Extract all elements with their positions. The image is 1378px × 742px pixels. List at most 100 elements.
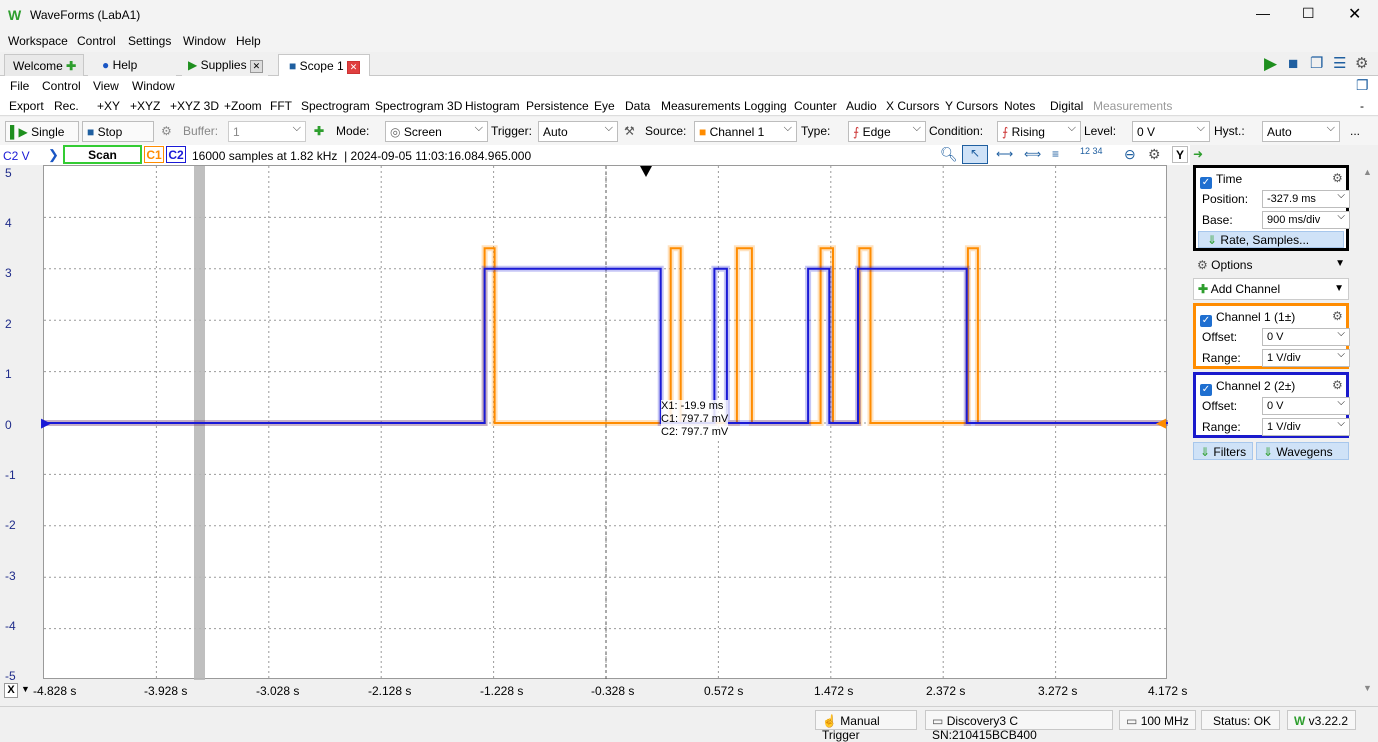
zoom-out-icon[interactable]: ⊖ — [1124, 146, 1136, 163]
zoom-v-icon[interactable]: ⟺ — [1024, 147, 1041, 161]
chevron-down-icon[interactable]: ▼ — [21, 684, 30, 694]
close-icon[interactable]: ✕ — [1348, 4, 1361, 24]
tab-help[interactable]: ● Help — [88, 54, 176, 76]
gear-icon[interactable]: ⚙ — [1355, 54, 1368, 72]
channel1-offset-input[interactable]: 0 V — [1262, 328, 1350, 346]
tool-export[interactable]: Export — [9, 99, 44, 113]
panel-scrollbar[interactable]: ▲ ▼ — [1361, 165, 1375, 697]
base-input[interactable]: 900 ms/div — [1262, 211, 1350, 229]
chevron-right-icon[interactable]: ❯ — [48, 147, 59, 163]
add-icon[interactable]: ✚ — [66, 59, 76, 73]
menu-control[interactable]: Control — [42, 79, 81, 93]
active-channel-label[interactable]: C2 V — [3, 149, 30, 163]
settings-icon[interactable]: ⚙ — [1332, 378, 1343, 392]
close-tab-icon[interactable]: ✕ — [249, 60, 263, 73]
tool-spectrogram[interactable]: Spectrogram — [301, 99, 370, 113]
tile-icon[interactable]: ☰ — [1333, 54, 1346, 72]
tool-data[interactable]: Data — [625, 99, 650, 113]
menu-control[interactable]: Control — [77, 34, 116, 48]
menu-help[interactable]: Help — [236, 34, 261, 48]
select-cursor-icon[interactable]: ↖ — [962, 145, 988, 164]
tool-y-cursors[interactable]: Y Cursors — [945, 99, 998, 113]
tool-xyz-3d[interactable]: +XYZ 3D — [170, 99, 219, 113]
x-axis-button[interactable]: X — [4, 683, 18, 698]
mode-select[interactable]: ◎ Screen — [385, 121, 488, 142]
channel1-header[interactable]: ✓ Channel 1 (1±) — [1200, 310, 1295, 327]
tab-scope-1[interactable]: ■ Scope 1 ✕ — [278, 54, 370, 76]
channel2-offset-marker-icon[interactable]: ▶ — [41, 415, 51, 431]
run-all-icon[interactable]: ▶ — [1264, 54, 1277, 74]
tab-supplies[interactable]: ▶ Supplies ✕ — [182, 54, 268, 76]
trigger-level-marker-icon[interactable]: ◀ — [1156, 415, 1166, 431]
menu-view[interactable]: View — [93, 79, 119, 93]
source-select[interactable]: ■ Channel 1 — [694, 121, 797, 142]
tool-audio[interactable]: Audio — [846, 99, 877, 113]
zoom-icon[interactable]: 🔍︎ — [940, 146, 958, 163]
tool-rec[interactable]: Rec. — [54, 99, 79, 113]
time-header[interactable]: ✓ Time — [1200, 172, 1242, 189]
numbering-icon[interactable]: 12 34 — [1080, 146, 1103, 156]
filters-button[interactable]: ⇓ Filters — [1193, 442, 1253, 460]
checkbox-icon[interactable]: ✓ — [1200, 315, 1212, 327]
scroll-down-icon[interactable]: ▼ — [1363, 683, 1372, 693]
tool-fft[interactable]: FFT — [270, 99, 292, 113]
tool-xy[interactable]: +XY — [97, 99, 120, 113]
trigger-select[interactable]: Auto — [538, 121, 618, 142]
channel2-offset-input[interactable]: 0 V — [1262, 397, 1350, 415]
minimize-icon[interactable]: — — [1256, 5, 1270, 21]
stop-all-icon[interactable]: ■ — [1288, 54, 1298, 74]
status-button[interactable]: Status: OK — [1201, 710, 1280, 730]
options-button[interactable]: ⚙ Options ▼ — [1193, 255, 1349, 275]
tool-x-cursors[interactable]: X Cursors — [886, 99, 939, 113]
tool-counter[interactable]: Counter — [794, 99, 837, 113]
tool-collapse[interactable]: - — [1360, 99, 1364, 113]
tool-spectrogram-3d[interactable]: Spectrogram 3D — [375, 99, 462, 113]
checkbox-icon[interactable]: ✓ — [1200, 177, 1212, 189]
tool-logging[interactable]: Logging — [744, 99, 787, 113]
tool-notes[interactable]: Notes — [1004, 99, 1035, 113]
wavegens-button[interactable]: ⇓ Wavegens — [1256, 442, 1349, 460]
menu-window[interactable]: Window — [132, 79, 175, 93]
channel2-range-input[interactable]: 1 V/div — [1262, 418, 1350, 436]
channel1-range-input[interactable]: 1 V/div — [1262, 349, 1350, 367]
tool-measurements[interactable]: Measurements — [661, 99, 740, 113]
close-tab-icon[interactable]: ✕ — [346, 61, 360, 74]
device-button[interactable]: ▭ Discovery3 C SN:210415BCB400 — [925, 710, 1113, 742]
channel2-header[interactable]: ✓ Channel 2 (2±) — [1200, 379, 1295, 396]
clock-frequency-button[interactable]: ▭ 100 MHz — [1119, 710, 1196, 730]
menu-window[interactable]: Window — [183, 34, 226, 48]
tool-persistence[interactable]: Persistence — [526, 99, 589, 113]
menu-workspace[interactable]: Workspace — [8, 34, 68, 48]
menu-settings[interactable]: Settings — [128, 34, 171, 48]
settings-icon[interactable]: ⚙ — [1332, 309, 1343, 323]
dock-icon[interactable]: ❐ — [1356, 77, 1369, 94]
more-button[interactable]: ... — [1350, 124, 1360, 138]
scope-plot[interactable]: X1: -19.9 ms C1: 797.7 mV C2: 797.7 mV — [43, 165, 1168, 680]
hyst-select[interactable]: Auto — [1262, 121, 1340, 142]
buffer-input[interactable]: 1 — [228, 121, 306, 142]
zoom-h-icon[interactable]: ⟷ — [996, 147, 1013, 161]
tool-histogram[interactable]: Histogram — [465, 99, 520, 113]
tab-welcome[interactable]: Welcome ✚ — [4, 54, 84, 76]
settings-icon[interactable]: ⚙ — [1332, 171, 1343, 185]
align-icon[interactable]: ≡ — [1052, 147, 1059, 161]
channel2-toggle[interactable]: C2 — [166, 146, 186, 163]
tool-xyz[interactable]: +XYZ — [130, 99, 160, 113]
condition-select[interactable]: ⨍ Rising — [997, 121, 1081, 142]
tool-zoom[interactable]: +Zoom — [224, 99, 262, 113]
single-button[interactable]: ▌▶ Single — [5, 121, 79, 142]
tool-eye[interactable]: Eye — [594, 99, 615, 113]
rate-samples-button[interactable]: ⇓ Rate, Samples... — [1198, 231, 1344, 248]
scroll-up-icon[interactable]: ▲ — [1363, 167, 1372, 177]
plot-settings-icon[interactable]: ⚙ — [1148, 146, 1161, 163]
add-channel-button[interactable]: ✚ Add Channel ▼ — [1193, 278, 1349, 300]
waveform-canvas[interactable] — [44, 166, 1168, 680]
menu-file[interactable]: File — [10, 79, 29, 93]
manual-trigger-button[interactable]: ☝ Manual Trigger — [815, 710, 917, 742]
add-icon[interactable]: ✚ — [314, 124, 324, 138]
type-select[interactable]: ⨍ Edge — [848, 121, 926, 142]
checkbox-icon[interactable]: ✓ — [1200, 384, 1212, 396]
tool-digital[interactable]: Digital — [1050, 99, 1083, 113]
arrow-right-icon[interactable]: ➜ — [1193, 147, 1203, 161]
y-axis-button[interactable]: Y — [1172, 146, 1188, 163]
